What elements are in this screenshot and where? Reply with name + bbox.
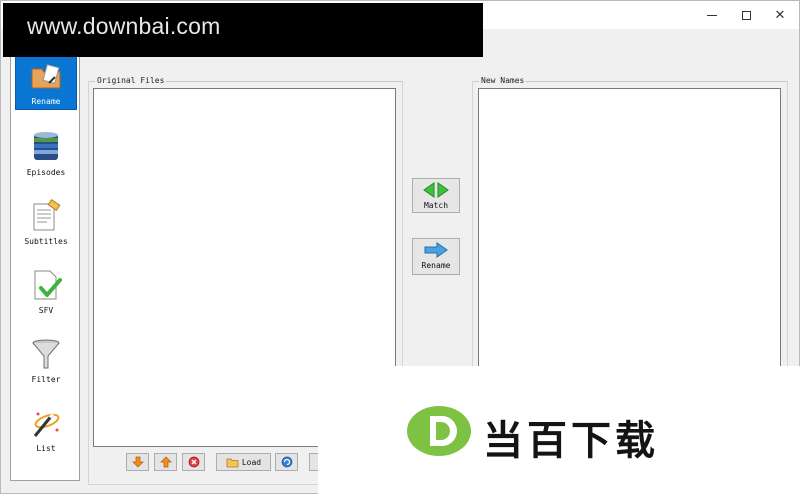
sidebar-item-label: List [36,444,56,453]
match-button-label: Match [423,201,449,210]
sidebar-item-label: Filter [31,375,61,384]
funnel-icon [32,339,60,369]
folder-icon [226,458,239,467]
sidebar-item-subtitles[interactable]: Subtitles [15,187,77,249]
match-arrows-icon [423,182,449,198]
logo-overlay: 当百下载 [318,366,800,494]
original-files-label: Original Files [95,76,167,85]
minimize-button[interactable] [695,1,729,29]
logo-text: 当百下载 [483,418,659,464]
sidebar-item-episodes[interactable]: Episodes [15,118,77,180]
move-up-button[interactable] [154,453,177,471]
sidebar-item-filter[interactable]: Filter [15,325,77,387]
close-icon: ✕ [774,7,786,23]
right-arrow-icon [424,242,448,258]
refresh-button[interactable] [275,453,298,471]
sidebar-item-list[interactable]: List [15,394,77,456]
sidebar-item-label: Episodes [26,168,66,177]
sidebar-item-sfv[interactable]: SFV [15,256,77,318]
remove-button[interactable] [182,453,205,471]
match-button[interactable]: Match [412,178,460,213]
load-button[interactable]: Load [216,453,271,471]
refresh-icon [281,456,292,468]
sidebar-item-label: Rename [31,97,61,106]
sfv-checkmark-icon [34,270,62,300]
arrow-down-icon [131,456,144,468]
move-down-button[interactable] [126,453,149,471]
load-button-label: Load [241,457,262,467]
watermark-banner: www.downbai.com [3,3,483,57]
remove-icon [188,456,199,468]
rename-button[interactable]: Rename [412,238,460,275]
arrow-up-icon [159,456,172,468]
sidebar: Rename Episodes Subtitles SFV Filter Lis… [10,45,80,481]
sidebar-item-label: SFV [38,306,54,315]
sidebar-item-rename[interactable]: Rename [15,48,77,110]
logo-d-icon [407,406,471,456]
database-icon [34,132,58,160]
maximize-icon [741,10,751,20]
rename-folder-icon [31,64,61,89]
subtitles-document-icon [33,199,61,231]
minimize-icon [707,14,717,16]
watermark-text: www.downbai.com [27,13,221,39]
rename-button-label: Rename [421,261,451,270]
maximize-button[interactable] [729,1,763,29]
sidebar-item-label: Subtitles [24,237,68,246]
new-names-label: New Names [479,76,527,85]
close-button[interactable]: ✕ [763,1,797,29]
magic-wand-icon [33,412,60,437]
